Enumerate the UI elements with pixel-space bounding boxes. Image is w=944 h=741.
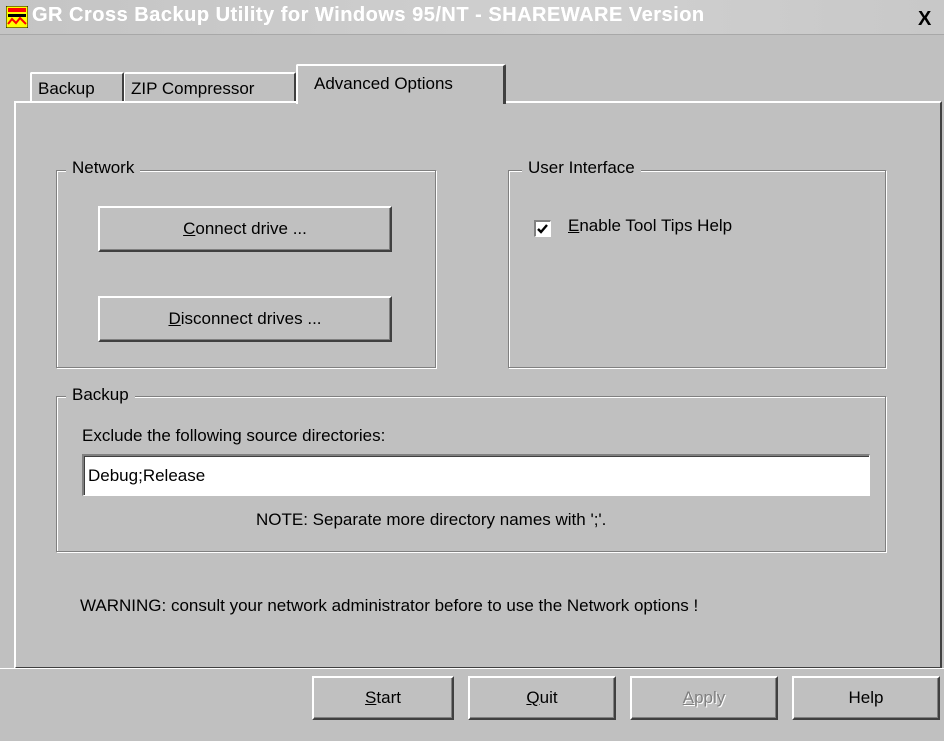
- connect-drive-mnemonic: C: [183, 219, 196, 238]
- exclude-directories-input[interactable]: [82, 454, 870, 496]
- quit-mnemonic: Q: [526, 688, 540, 707]
- close-icon[interactable]: X: [918, 8, 944, 30]
- apply-label: pply: [694, 688, 726, 707]
- disconnect-drives-label: isconnect drives ...: [180, 309, 322, 328]
- connect-drive-button[interactable]: Connect drive ...: [98, 206, 392, 252]
- start-mnemonic: S: [365, 688, 377, 707]
- backup-group-legend: Backup: [66, 385, 135, 405]
- tab-zip-compressor[interactable]: ZIP Compressor: [124, 72, 296, 102]
- separator-note: NOTE: Separate more directory names with…: [256, 510, 607, 529]
- network-group-legend: Network: [66, 158, 141, 178]
- quit-button[interactable]: Quit: [468, 676, 616, 720]
- tab-advanced-options[interactable]: Advanced Options: [296, 64, 506, 104]
- user-interface-group-legend: User Interface: [522, 158, 641, 178]
- disconnect-drives-button[interactable]: Disconnect drives ...: [98, 296, 392, 342]
- start-label: tart: [376, 688, 401, 707]
- bottom-separator: [0, 668, 944, 669]
- start-button[interactable]: Start: [312, 676, 454, 720]
- disconnect-drives-mnemonic: D: [168, 309, 181, 328]
- checkmark-icon: [537, 224, 548, 234]
- apply-mnemonic: A: [682, 688, 695, 707]
- enable-tooltips-checkbox[interactable]: [534, 220, 551, 237]
- app-icon[interactable]: [5, 5, 29, 29]
- help-button[interactable]: Help: [792, 676, 940, 720]
- user-interface-group: [508, 170, 886, 368]
- quit-label: uit: [539, 688, 558, 707]
- window-title: GR Cross Backup Utility for Windows 95/N…: [32, 4, 705, 26]
- exclude-directories-label: Exclude the following source directories…: [82, 426, 386, 445]
- enable-tooltips-text: nable Tool Tips Help: [579, 216, 733, 235]
- connect-drive-label: onnect drive ...: [195, 219, 307, 238]
- enable-tooltips-label[interactable]: Enable Tool Tips Help: [568, 216, 732, 236]
- tab-backup[interactable]: Backup: [30, 72, 124, 102]
- enable-tooltips-mnemonic: E: [568, 216, 580, 235]
- network-warning: WARNING: consult your network administra…: [80, 596, 699, 615]
- apply-button[interactable]: Apply: [630, 676, 778, 720]
